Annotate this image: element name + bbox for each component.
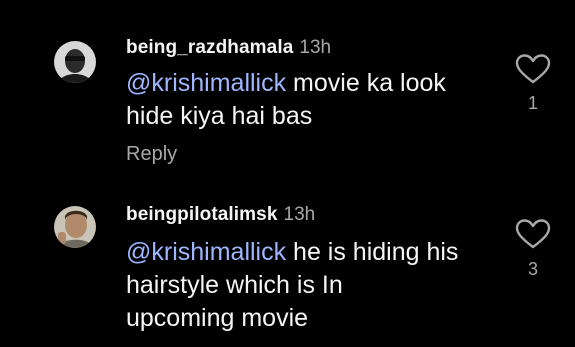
comment-timestamp: 13h — [299, 37, 332, 58]
like-count: 1 — [527, 93, 538, 113]
avatar-image — [54, 41, 96, 83]
heart-outline-icon — [515, 219, 551, 249]
comment-timestamp: 13h — [283, 204, 316, 225]
reply-button[interactable]: Reply — [126, 142, 177, 166]
avatar-image — [54, 206, 96, 248]
avatar[interactable] — [54, 41, 96, 83]
comment-username[interactable]: being_razdhamala — [126, 37, 293, 58]
heart-outline-icon — [515, 54, 551, 84]
like-button[interactable] — [513, 52, 553, 86]
comment-text-line: he is hiding his — [286, 238, 459, 266]
comment-item: being_razdhamala 13h @krishimallick movie… — [0, 0, 575, 180]
comment-text: @krishimallick he is hiding his hairstyl… — [126, 236, 506, 335]
like-count: 3 — [527, 259, 538, 279]
comment-item: beingpilotalimsk 13h @krishimallick he is… — [0, 180, 575, 347]
comment-username[interactable]: beingpilotalimsk — [126, 204, 278, 225]
mention-link[interactable]: @krishimallick — [126, 69, 286, 97]
comment-text-line: movie ka look — [286, 69, 446, 97]
comment-text-line: upcoming movie — [126, 304, 309, 332]
comment-text-line: hide kiya hai bas — [126, 102, 313, 130]
mention-link[interactable]: @krishimallick — [126, 238, 286, 266]
comment-text-line: hairstyle which is In — [126, 271, 343, 299]
comment-text: @krishimallick movie ka look hide kiya h… — [126, 67, 506, 133]
like-button[interactable] — [513, 217, 553, 251]
avatar[interactable] — [54, 206, 96, 248]
